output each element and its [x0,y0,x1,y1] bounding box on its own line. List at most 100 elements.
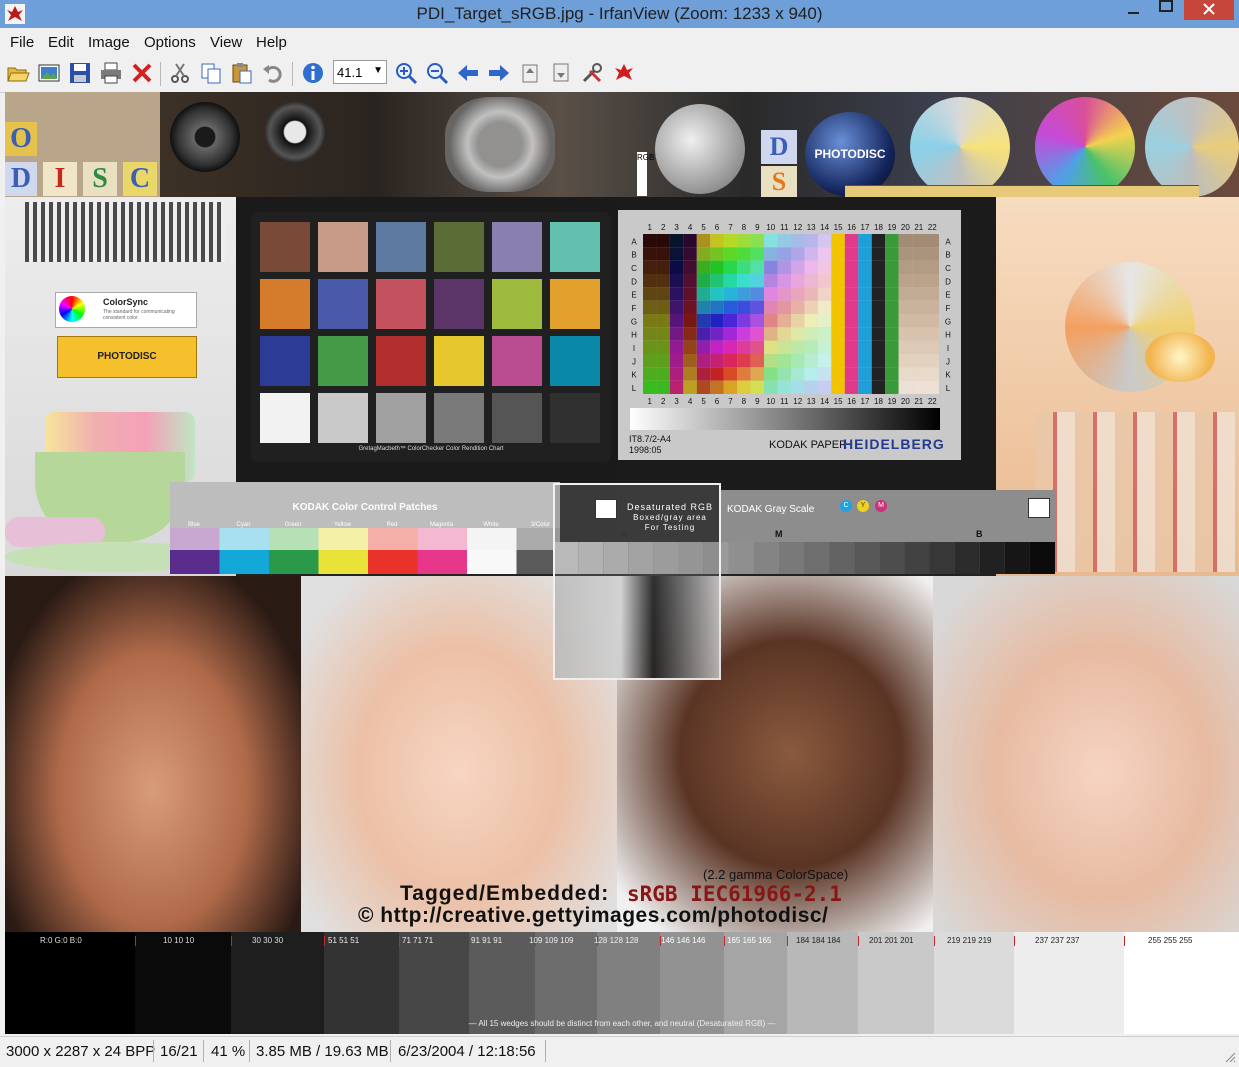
image-canvas[interactable]: O D I S C RGB D S PHOTODISC ColorSync Th… [5,92,1239,1034]
cyan-dot: C [840,500,852,512]
it8-patch [669,314,684,328]
colorchecker-patch [550,222,600,272]
it8-patch [912,327,926,341]
colorchecker-patch [260,279,310,329]
it8-patch [750,340,765,354]
last-page-icon[interactable] [549,61,573,85]
it8-column-label: 6 [715,223,720,232]
it8-patch [831,287,845,301]
it8-patch [831,380,845,394]
menu-edit[interactable]: Edit [48,34,74,51]
resize-grip-icon[interactable] [1224,1050,1236,1063]
kodak-paper-label: KODAK PAPER [769,439,848,451]
gray-step [753,542,779,574]
it8-patch [669,380,684,394]
block: D [5,162,37,196]
menu-image[interactable]: Image [88,34,130,51]
colorchecker-patch [492,336,542,386]
colorchecker-patch [376,222,426,272]
kodak-patch [318,528,368,550]
zoom-select[interactable]: 41.1 ▼ [333,60,387,84]
minimize-button[interactable] [1118,0,1148,20]
tagged-label: Tagged/Embedded: [400,882,610,905]
it8-patch [844,367,859,381]
it8-patch [871,300,886,314]
delete-icon[interactable] [130,61,154,85]
maximize-button[interactable] [1150,0,1180,20]
it8-patch [844,287,859,301]
it8-patch [791,234,805,248]
it8-patch [710,234,724,248]
it8-patch [750,367,765,381]
rgb-label: RGB [637,152,654,196]
copy-icon[interactable] [199,61,223,85]
it8-patch [710,314,724,328]
print-icon[interactable] [99,61,123,85]
it8-patch [791,300,805,314]
colorchecker-patch [492,222,542,272]
next-icon[interactable] [487,61,511,85]
it8-patch [925,367,939,381]
kodak-patch-label: Blue [188,522,201,528]
it8-patch [871,260,886,274]
it8-patch [723,367,738,381]
it8-patch [737,367,751,381]
colorchecker-patches [260,222,600,444]
it8-column-label: 21 [914,397,923,406]
it8-patch [871,314,886,328]
gray-step [904,542,930,574]
it8-patch [925,300,939,314]
paste-icon[interactable] [230,61,254,85]
it8-row-label: I [633,344,635,353]
it8-patch [643,340,657,354]
zoom-out-icon[interactable] [425,61,449,85]
it8-patch [791,274,805,288]
it8-patch [804,260,818,274]
it8-patch [764,367,778,381]
open-icon[interactable] [6,61,30,85]
it8-patch [777,314,791,328]
it8-patch [656,300,670,314]
kodak-patch [467,528,517,550]
settings-icon[interactable] [580,61,604,85]
undo-icon[interactable] [261,61,285,85]
about-icon[interactable] [612,61,636,85]
menu-view[interactable]: View [210,34,242,51]
it8-patch [723,314,738,328]
it8-patch [871,367,886,381]
thumbnails-icon[interactable] [37,61,61,85]
kodak-patch [318,550,368,574]
zoom-in-icon[interactable] [394,61,418,85]
it8-row-labels: ABCDEFGHIJKL [627,234,641,394]
it8-patch [696,340,711,354]
save-icon[interactable] [68,61,92,85]
it8-patch [871,354,886,368]
it8-patch [777,274,791,288]
it8-patch [831,327,845,341]
close-button[interactable] [1184,0,1234,20]
it8-patch [912,247,926,261]
menu-file[interactable]: File [10,34,34,51]
it8-patch [844,300,859,314]
it8-column-label: 8 [742,223,747,232]
it8-patch [804,367,818,381]
it8-column-footer: 1 2 3 4 5 6 7 8 9 10 11 12 13 14 15 16 17 18 19 20 21 22 [643,394,939,408]
menu-options[interactable]: Options [144,34,196,51]
colorsync-subtitle: The standard for communicating consisten… [103,309,175,321]
it8-patch [696,287,711,301]
kodak-patch [417,550,467,574]
it8-column-label: 5 [701,397,706,406]
it8-patch [804,274,818,288]
info-icon[interactable] [301,61,325,85]
cut-icon[interactable] [168,61,192,85]
it8-patch [656,260,670,274]
kodak-logo-icon [595,499,617,519]
it8-row-label: L [632,384,637,393]
menu-help[interactable]: Help [256,34,287,51]
first-page-icon[interactable] [518,61,542,85]
previous-icon[interactable] [456,61,480,85]
kodak-patch-label: Magenta [430,522,454,528]
it8-patch [871,274,886,288]
it8-patch [831,234,845,248]
it8-column-label: 9 [755,223,760,232]
